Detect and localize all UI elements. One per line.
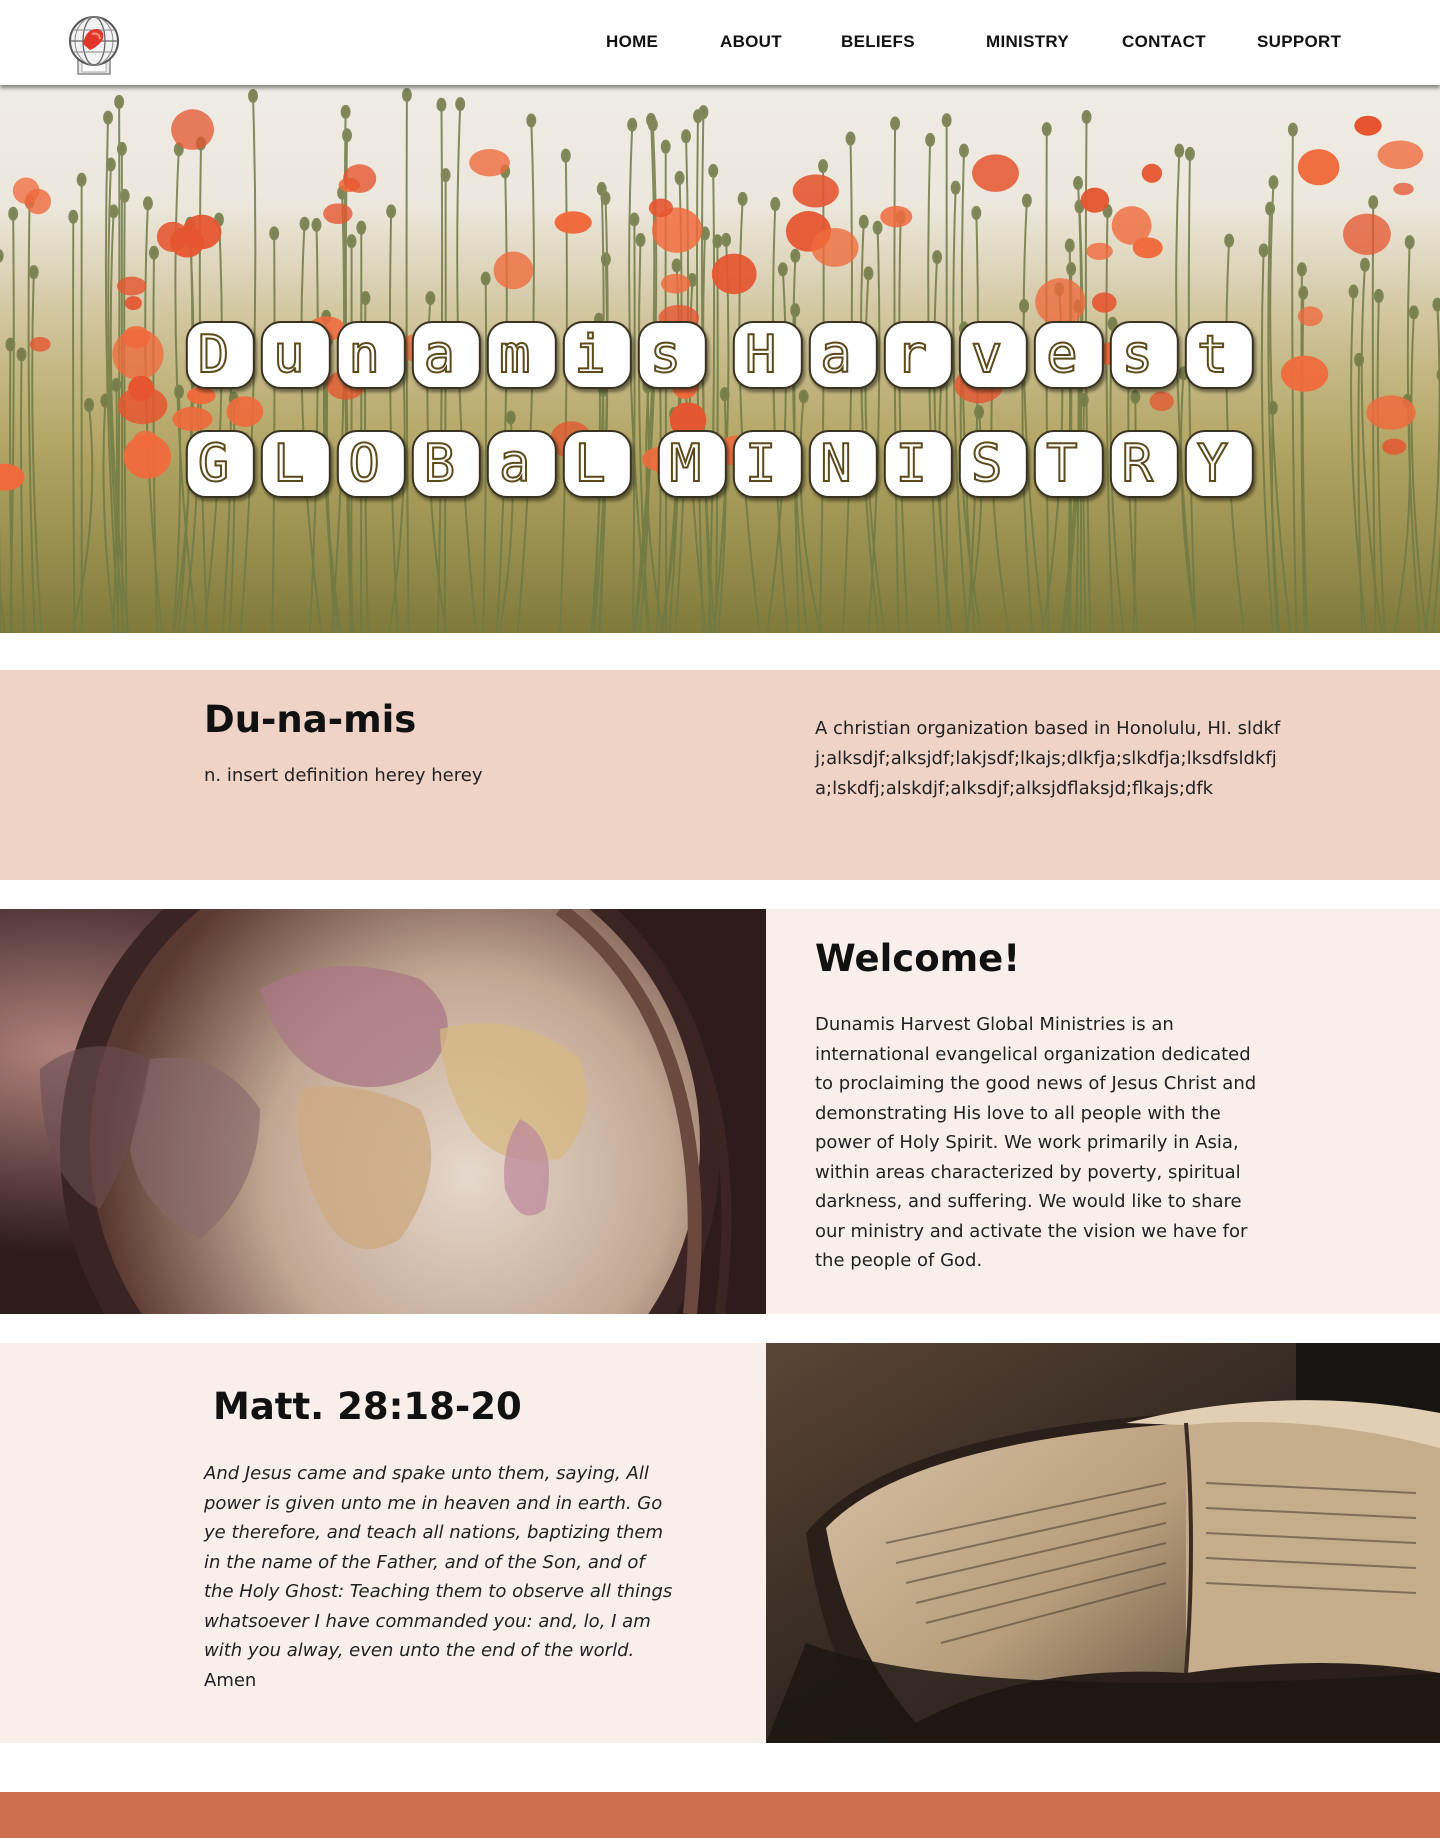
hero-title-letter: v <box>958 321 1029 389</box>
hero-banner: DunamisHarvest GLOBaLMINISTRY <box>0 85 1440 633</box>
hero-title-letter: m <box>487 321 557 389</box>
hero-title-line-2: GLOBaLMINISTRY <box>185 430 1255 498</box>
definition-section: Du-na-mis n. insert definition herey her… <box>0 670 1440 880</box>
welcome-body: Dunamis Harvest Global Ministries is an … <box>815 1014 1257 1271</box>
hero-title-letter: s <box>637 321 707 389</box>
scripture-closing: Amen <box>204 1669 257 1691</box>
hero-title-letter: r <box>883 321 953 389</box>
welcome-panel: Welcome! Dunamis Harvest Global Ministri… <box>766 909 1440 1314</box>
site-header: HOME ABOUT BELIEFS MINISTRY CONTACT SUPP… <box>0 0 1440 85</box>
scripture-reference: Matt. 28:18-20 <box>213 1385 522 1428</box>
scripture-verse: And Jesus came and spake unto them, sayi… <box>204 1463 673 1661</box>
nav-contact-link[interactable]: CONTACT <box>1122 32 1206 52</box>
hero-title-letter: N <box>808 430 878 498</box>
logo-icon[interactable] <box>66 14 122 76</box>
hero-title-letter: L <box>562 430 632 498</box>
hero-title-letter: M <box>657 430 727 498</box>
hero-title-letter: S <box>958 430 1029 498</box>
welcome-title: Welcome! <box>815 937 1021 980</box>
hero-title-letter: a <box>411 321 482 389</box>
hero-title-letter: D <box>185 321 256 389</box>
hero-title-letter: n <box>336 321 406 389</box>
hero-title-letter: e <box>1034 321 1104 389</box>
hero-title-letter: T <box>1034 430 1104 498</box>
nav-support-link[interactable]: SUPPORT <box>1257 32 1341 52</box>
hero-title-letter: i <box>562 321 632 389</box>
hero-title-letter: u <box>261 321 331 389</box>
hero-title-letter: G <box>185 430 256 498</box>
hero-title-space <box>713 321 727 389</box>
hero-title-letter: B <box>411 430 482 498</box>
hero-title-letter: I <box>883 430 953 498</box>
hero-title-letter: I <box>733 430 803 498</box>
nav-home-link[interactable]: HOME <box>606 32 658 52</box>
hero-title-letter: Y <box>1184 430 1255 498</box>
scripture-section: Matt. 28:18-20 And Jesus came and spake … <box>0 1343 1440 1743</box>
hero-title-letter: O <box>336 430 406 498</box>
hero-title-letter: t <box>1184 321 1255 389</box>
globe-image <box>0 909 766 1314</box>
welcome-section: Welcome! Dunamis Harvest Global Ministri… <box>0 909 1440 1314</box>
nav-about-link[interactable]: ABOUT <box>720 32 782 52</box>
footer-strip <box>0 1792 1440 1838</box>
definition-term: Du-na-mis <box>204 698 417 741</box>
hero-title-letter: s <box>1109 321 1179 389</box>
organization-description: A christian organization based in Honolu… <box>815 718 1281 799</box>
scripture-panel: Matt. 28:18-20 And Jesus came and spake … <box>0 1343 766 1743</box>
hero-title-letter: a <box>487 430 557 498</box>
nav-ministry-link[interactable]: MINISTRY <box>986 32 1069 52</box>
hero-title-space <box>638 430 652 498</box>
hero-title-letter: H <box>733 321 803 389</box>
nav-beliefs-link[interactable]: BELIEFS <box>841 32 915 52</box>
hero-title-letter: a <box>808 321 878 389</box>
definition-text: n. insert definition herey herey <box>204 765 483 786</box>
hero-title-line-1: DunamisHarvest <box>185 321 1255 389</box>
hero-title-letter: L <box>261 430 331 498</box>
scripture-body: And Jesus came and spake unto them, sayi… <box>204 1459 674 1695</box>
open-bible-image <box>766 1343 1440 1743</box>
hero-title-letter: R <box>1109 430 1179 498</box>
